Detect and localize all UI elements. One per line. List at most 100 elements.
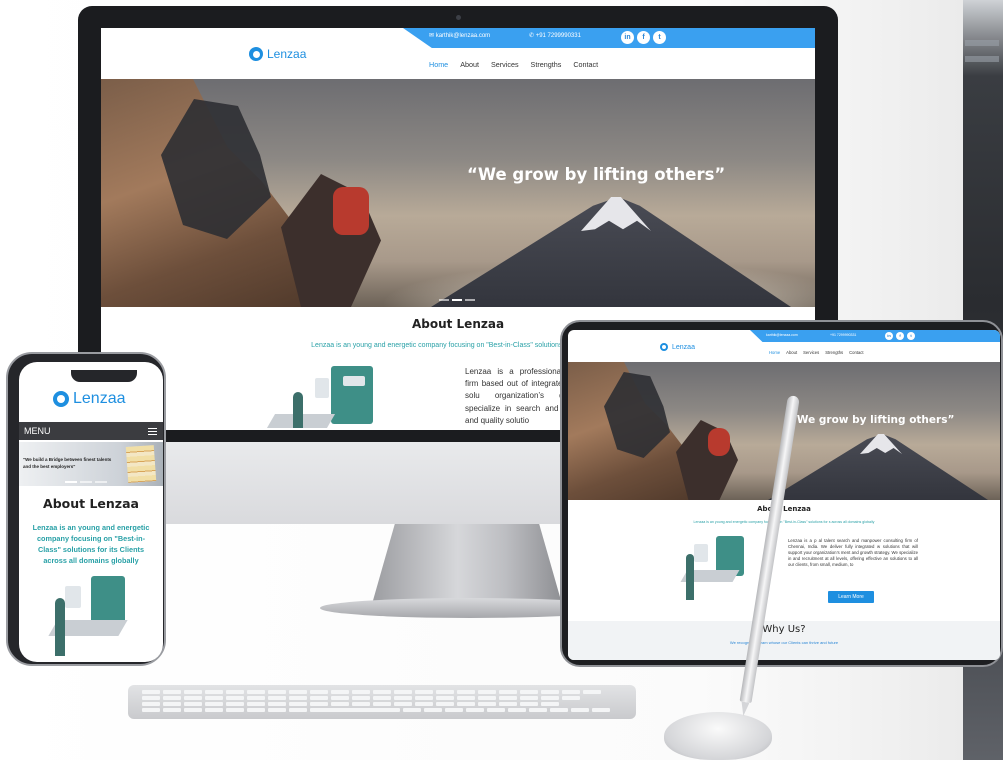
email-text: karthik@lenzaa.com <box>435 33 491 39</box>
illustration-person <box>686 554 694 600</box>
nav-contact[interactable]: Contact <box>573 60 598 69</box>
slider-dot[interactable] <box>439 299 449 301</box>
illustration-doc <box>694 544 708 562</box>
keyboard-key <box>478 690 496 694</box>
nav-home[interactable]: Home <box>769 350 780 355</box>
nav-contact[interactable]: Contact <box>849 350 863 355</box>
keyboard-key <box>541 702 559 706</box>
nav-strengths[interactable]: Strengths <box>825 350 843 355</box>
twitter-icon[interactable]: t <box>653 31 666 44</box>
keyboard-key <box>466 708 484 712</box>
keyboard-key <box>487 708 505 712</box>
email-text[interactable]: karthik@lenzaa.com <box>766 333 798 337</box>
keyboard-key <box>457 690 475 694</box>
keyboard-key <box>205 690 223 694</box>
nav-about[interactable]: About <box>786 350 797 355</box>
logo-text: Lenzaa <box>73 390 126 407</box>
mobile-about-title: About Lenzaa <box>43 496 139 511</box>
illustration-doc <box>343 376 365 386</box>
illustration-person <box>55 598 65 656</box>
linkedin-icon[interactable]: in <box>621 31 634 44</box>
keyboard-key <box>268 702 286 706</box>
keyboard-key <box>541 696 559 700</box>
slider-dot[interactable] <box>465 299 475 301</box>
keyboard-key <box>226 696 244 700</box>
twitter-icon[interactable]: t <box>907 332 915 340</box>
keyboard-key <box>142 690 160 694</box>
slider-dot-active[interactable] <box>65 481 77 483</box>
hamburger-icon[interactable] <box>148 428 157 435</box>
hero-banner: “We grow by lifting others” <box>101 79 815 307</box>
nav-services[interactable]: Services <box>803 350 819 355</box>
nav-strengths[interactable]: Strengths <box>531 60 562 69</box>
phone-info[interactable]: ✆ +91 7299990331 <box>529 32 581 39</box>
nav-home[interactable]: Home <box>429 60 448 69</box>
keyboard-key <box>289 702 307 706</box>
keyboard-key <box>205 708 223 712</box>
keyboard-key <box>226 702 244 706</box>
phone-text[interactable]: +91 7299990331 <box>830 333 856 337</box>
keyboard-key <box>403 708 421 712</box>
keyboard-key <box>226 708 244 712</box>
nav-about[interactable]: About <box>460 60 479 69</box>
keyboard-key <box>373 690 391 694</box>
illustration-doc <box>315 378 329 398</box>
keyboard-key <box>445 708 463 712</box>
mobile-illustration <box>33 576 151 660</box>
tablet-about-title: About Lenzaa <box>757 505 811 513</box>
hero-quote: “We grow by lifting others” <box>790 414 955 426</box>
banner-dots[interactable] <box>65 481 107 483</box>
keyboard-key <box>571 708 589 712</box>
keyboard-key <box>352 690 370 694</box>
tablet-logo[interactable]: Lenzaa <box>660 343 695 351</box>
photo-detail <box>965 40 999 46</box>
slider-dots[interactable] <box>439 299 475 301</box>
keyboard-key <box>310 708 400 712</box>
slider-dot[interactable] <box>95 481 107 483</box>
contact-topbar: ✉ karthik@lenzaa.com ✆ +91 7299990331 in… <box>403 28 815 48</box>
nav-services[interactable]: Services <box>491 60 519 69</box>
keyboard-key <box>247 696 265 700</box>
keyboard-key <box>268 696 286 700</box>
keyboard-key <box>541 690 559 694</box>
keyboard-key <box>163 690 181 694</box>
hero-quote: “We grow by lifting others” <box>467 165 726 184</box>
facebook-icon[interactable]: f <box>896 332 904 340</box>
keyboard-key <box>163 702 181 706</box>
slider-dot[interactable] <box>80 481 92 483</box>
mockup-scene: ✉ karthik@lenzaa.com ✆ +91 7299990331 in… <box>0 0 1003 760</box>
linkedin-icon[interactable]: in <box>885 332 893 340</box>
facebook-icon[interactable]: f <box>637 31 650 44</box>
keyboard-key <box>142 708 160 712</box>
keyboard-key <box>562 696 580 700</box>
email-info[interactable]: ✉ karthik@lenzaa.com <box>429 32 490 39</box>
keyboard-key <box>163 696 181 700</box>
slider-dot-active[interactable] <box>452 299 462 301</box>
about-illustration <box>266 362 411 430</box>
keyboard-key <box>331 702 349 706</box>
illustration-doc <box>65 586 81 608</box>
keyboard <box>128 685 636 719</box>
keyboard-key <box>394 690 412 694</box>
keyboard-key <box>310 690 328 694</box>
keyboard-key <box>142 702 160 706</box>
keyboard-key <box>592 708 610 712</box>
keyboard-key <box>457 696 475 700</box>
mobile-menu-bar[interactable]: MENU <box>19 422 163 440</box>
keyboard-key <box>184 690 202 694</box>
illustration-screen <box>331 366 373 424</box>
monitor-stand <box>372 524 562 604</box>
logo-mark-icon <box>53 391 69 407</box>
keyboard-key <box>310 696 328 700</box>
learn-more-button[interactable]: Learn More <box>828 591 874 603</box>
keyboard-key <box>415 702 433 706</box>
site-logo[interactable]: Lenzaa <box>249 47 306 61</box>
tablet-topbar: karthik@lenzaa.com +91 7299990331 in f t <box>750 330 1000 342</box>
keyboard-key <box>424 708 442 712</box>
mobile-logo[interactable]: Lenzaa <box>53 390 126 408</box>
why-us-title: Why Us? <box>762 624 806 635</box>
keyboard-key <box>226 690 244 694</box>
keyboard-key <box>331 690 349 694</box>
tablet-about-paragraph: Lenzaa is a p al talent search and manpo… <box>788 538 918 567</box>
keyboard-key <box>499 702 517 706</box>
